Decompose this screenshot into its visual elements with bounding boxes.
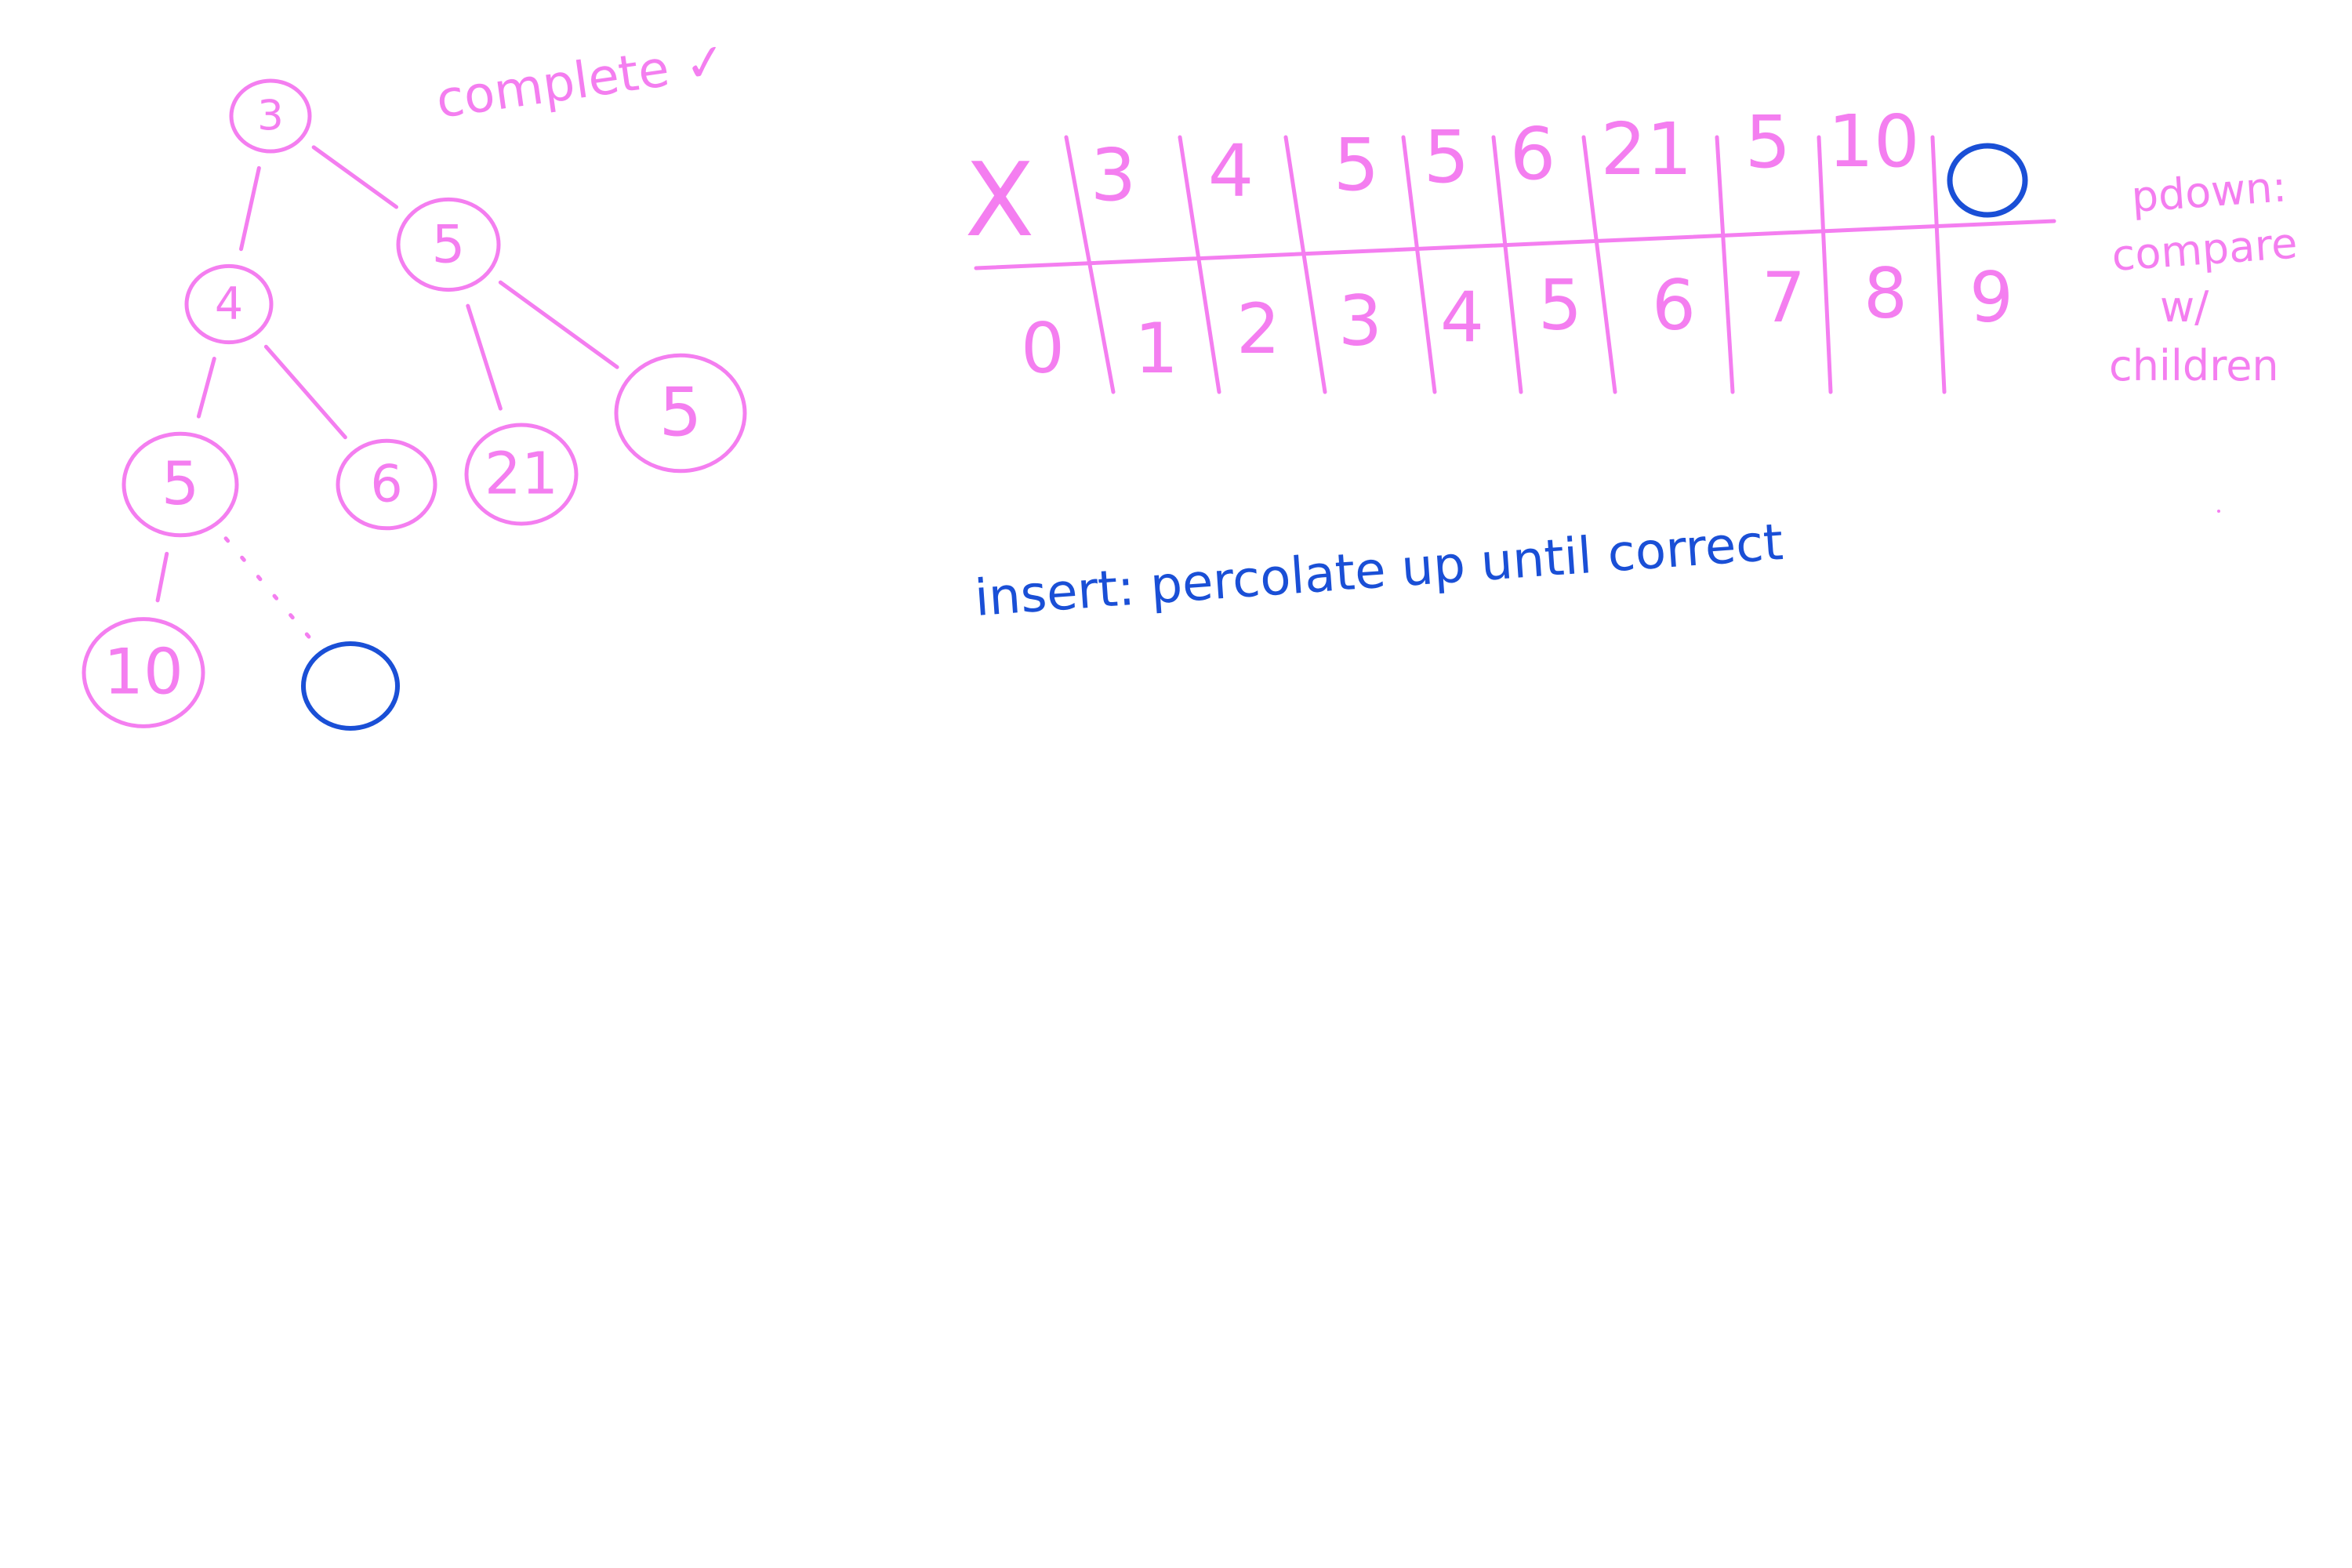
- array-value: 5: [1745, 100, 1791, 184]
- tree-node: 4: [184, 263, 274, 345]
- array-cell-separator: [1930, 135, 1947, 394]
- array-index: 7: [1762, 257, 1806, 338]
- heap-tree: 3 4 5 5 6 21 5 10: [82, 78, 747, 731]
- tree-node-circle: [301, 641, 400, 731]
- insert-note: insert: percolate up until correct: [973, 514, 1785, 628]
- tree-node: 3: [229, 78, 312, 154]
- array-index: 1: [1134, 308, 1178, 389]
- tree-node-value: 4: [215, 278, 243, 330]
- array-index: 4: [1440, 277, 1484, 358]
- tree-node: 5: [614, 353, 747, 474]
- tree-edge: [263, 344, 347, 440]
- tree-edge: [498, 280, 619, 369]
- stray-dot: [2217, 510, 2220, 513]
- tree-edge: [155, 551, 169, 603]
- pdown-note-line2: compare: [2111, 219, 2299, 281]
- array-index: 2: [1236, 289, 1280, 369]
- array-value: 6: [1510, 112, 1556, 196]
- array-value: 21: [1600, 107, 1692, 191]
- pdown-note-line4: children: [2109, 341, 2279, 390]
- array-new-slot-circle: [1947, 143, 2028, 218]
- tree-node: 21: [464, 423, 579, 526]
- tree-node-value: 21: [485, 441, 558, 508]
- whiteboard-canvas: 3455 6 21510 complete ✓ X 3 4 5 5 6 21 5 100 1 2 3 4 5 6…: [82, 32, 2299, 731]
- array-value: 4: [1208, 129, 1254, 213]
- tree-node-value: 10: [103, 636, 183, 709]
- tree-edge-dashed: [223, 536, 314, 641]
- tree-node-value: 5: [659, 374, 702, 452]
- pdown-note-line3: w/: [2160, 282, 2209, 332]
- array-index: 6: [1652, 265, 1696, 346]
- array-index: 9: [1969, 257, 2013, 338]
- tree-edge: [466, 303, 503, 411]
- tree-node: 10: [82, 617, 205, 728]
- pdown-note: pdown: compare w/ children: [2109, 162, 2299, 390]
- array-value: X: [964, 140, 1034, 260]
- tree-edges: [155, 145, 619, 641]
- tree-node: 5: [396, 197, 501, 292]
- array-index: 3: [1338, 281, 1382, 361]
- heap-array: X 3 4 5 5 6 21 5 100 1 2 3 4 5 6 7 8 9: [964, 100, 2056, 394]
- array-index: 5: [1538, 265, 1582, 346]
- tree-node-value: 5: [432, 213, 466, 274]
- pdown-note-line1: pdown:: [2130, 162, 2288, 222]
- tree-node-new: [301, 641, 400, 731]
- array-value: 10: [1828, 100, 1919, 183]
- array-index: 0: [1021, 308, 1065, 389]
- tree-edge: [239, 165, 261, 252]
- array-cell-separator: [1283, 135, 1327, 394]
- tree-node-value: 5: [162, 448, 199, 518]
- tree-edge: [311, 145, 399, 209]
- tree-edge: [196, 357, 216, 419]
- complete-note: complete ✓: [433, 32, 731, 130]
- array-cell-separator: [1715, 135, 1735, 394]
- array-value: 3: [1091, 133, 1137, 217]
- array-value: 5: [1424, 115, 1470, 199]
- array-value: 5: [1334, 123, 1380, 207]
- array-index: 8: [1864, 253, 1907, 334]
- tree-node: 5: [122, 431, 239, 538]
- tree-node-value: 6: [370, 456, 402, 514]
- tree-node-value: 3: [257, 93, 284, 140]
- tree-node: 6: [336, 438, 437, 531]
